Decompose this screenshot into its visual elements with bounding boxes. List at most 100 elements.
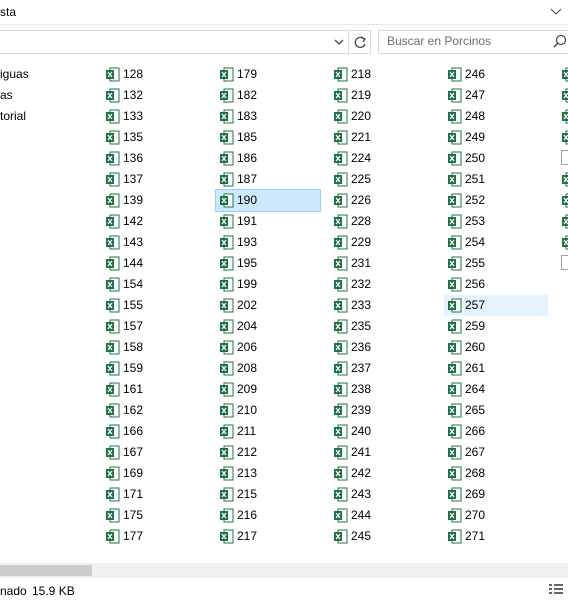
file-item[interactable]: 182 (216, 85, 320, 106)
file-item[interactable]: 217 (216, 526, 320, 547)
file-item[interactable]: 244 (330, 505, 434, 526)
file-item[interactable]: 159 (102, 358, 206, 379)
file-item[interactable]: 215 (216, 484, 320, 505)
file-item[interactable]: 157 (102, 316, 206, 337)
file-item[interactable]: 162 (102, 400, 206, 421)
file-item[interactable] (558, 253, 568, 274)
file-item[interactable]: 216 (216, 505, 320, 526)
search-input[interactable] (387, 34, 547, 48)
file-item[interactable]: 212 (216, 442, 320, 463)
file-item[interactable]: 144 (102, 253, 206, 274)
file-item[interactable] (558, 211, 568, 232)
file-item[interactable]: 229 (330, 232, 434, 253)
file-item[interactable]: 238 (330, 379, 434, 400)
nav-item[interactable]: as (0, 85, 80, 106)
file-item[interactable]: 186 (216, 148, 320, 169)
file-item[interactable]: 233 (330, 295, 434, 316)
file-item[interactable]: 169 (102, 463, 206, 484)
file-item[interactable] (558, 169, 568, 190)
file-item[interactable] (558, 148, 568, 169)
file-item[interactable]: 220 (330, 106, 434, 127)
chevron-down-icon[interactable] (548, 3, 564, 19)
file-item[interactable]: 232 (330, 274, 434, 295)
file-item[interactable]: 251 (444, 169, 548, 190)
search-icon[interactable] (553, 34, 567, 48)
file-item[interactable]: 175 (102, 505, 206, 526)
file-item[interactable]: 260 (444, 337, 548, 358)
file-item[interactable]: 133 (102, 106, 206, 127)
file-item[interactable]: 224 (330, 148, 434, 169)
file-item[interactable]: 219 (330, 85, 434, 106)
file-item[interactable]: 209 (216, 379, 320, 400)
file-item[interactable]: 269 (444, 484, 548, 505)
file-item[interactable]: 167 (102, 442, 206, 463)
file-item[interactable]: 143 (102, 232, 206, 253)
horizontal-scrollbar[interactable] (0, 563, 568, 578)
file-item[interactable]: 247 (444, 85, 548, 106)
file-item[interactable]: 248 (444, 106, 548, 127)
file-item[interactable]: 228 (330, 211, 434, 232)
file-item[interactable]: 132 (102, 85, 206, 106)
file-item[interactable]: 206 (216, 337, 320, 358)
file-item[interactable]: 137 (102, 169, 206, 190)
file-item[interactable]: 240 (330, 421, 434, 442)
details-view-icon[interactable] (548, 582, 564, 596)
file-item[interactable]: 226 (330, 190, 434, 211)
refresh-button[interactable] (350, 30, 371, 54)
file-item[interactable]: 249 (444, 127, 548, 148)
file-item[interactable]: 231 (330, 253, 434, 274)
file-item[interactable]: 142 (102, 211, 206, 232)
file-item[interactable]: 236 (330, 337, 434, 358)
file-item[interactable]: 252 (444, 190, 548, 211)
file-item[interactable]: 190 (215, 189, 321, 212)
file-item[interactable]: 191 (216, 211, 320, 232)
file-item[interactable] (558, 190, 568, 211)
file-item[interactable]: 179 (216, 64, 320, 85)
file-item[interactable]: 195 (216, 253, 320, 274)
file-item[interactable]: 266 (444, 421, 548, 442)
file-item[interactable]: 187 (216, 169, 320, 190)
file-item[interactable]: 246 (444, 64, 548, 85)
file-item[interactable]: 264 (444, 379, 548, 400)
file-item[interactable]: 237 (330, 358, 434, 379)
file-item[interactable]: 254 (444, 232, 548, 253)
file-item[interactable]: 204 (216, 316, 320, 337)
file-item[interactable]: 250 (444, 148, 548, 169)
file-item[interactable]: 211 (216, 421, 320, 442)
nav-item[interactable]: torial (0, 106, 80, 127)
file-item[interactable]: 199 (216, 274, 320, 295)
file-item[interactable]: 193 (216, 232, 320, 253)
file-item[interactable]: 268 (444, 463, 548, 484)
file-item[interactable]: 243 (330, 484, 434, 505)
file-item[interactable]: 208 (216, 358, 320, 379)
file-item[interactable]: 261 (444, 358, 548, 379)
file-item[interactable]: 242 (330, 463, 434, 484)
file-item[interactable]: 185 (216, 127, 320, 148)
file-item[interactable]: 267 (444, 442, 548, 463)
file-item[interactable]: 256 (444, 274, 548, 295)
file-item[interactable] (558, 232, 568, 253)
file-item[interactable]: 158 (102, 337, 206, 358)
file-item[interactable]: 218 (330, 64, 434, 85)
file-item[interactable]: 245 (330, 526, 434, 547)
file-item[interactable] (558, 127, 568, 148)
file-item[interactable]: 177 (102, 526, 206, 547)
scrollbar-thumb[interactable] (0, 565, 92, 576)
file-item[interactable]: 241 (330, 442, 434, 463)
file-item[interactable]: 171 (102, 484, 206, 505)
file-item[interactable]: 183 (216, 106, 320, 127)
file-item[interactable]: 128 (102, 64, 206, 85)
file-item[interactable]: 166 (102, 421, 206, 442)
file-item[interactable]: 259 (444, 316, 548, 337)
file-item[interactable]: 136 (102, 148, 206, 169)
file-item[interactable]: 202 (216, 295, 320, 316)
file-item[interactable]: 155 (102, 295, 206, 316)
file-item[interactable]: 271 (444, 526, 548, 547)
file-item[interactable]: 255 (444, 253, 548, 274)
nav-item[interactable]: iguas (0, 64, 80, 85)
file-item[interactable]: 270 (444, 505, 548, 526)
file-item[interactable]: 235 (330, 316, 434, 337)
file-item[interactable]: 225 (330, 169, 434, 190)
address-bar[interactable] (0, 30, 349, 54)
file-item[interactable] (558, 85, 568, 106)
